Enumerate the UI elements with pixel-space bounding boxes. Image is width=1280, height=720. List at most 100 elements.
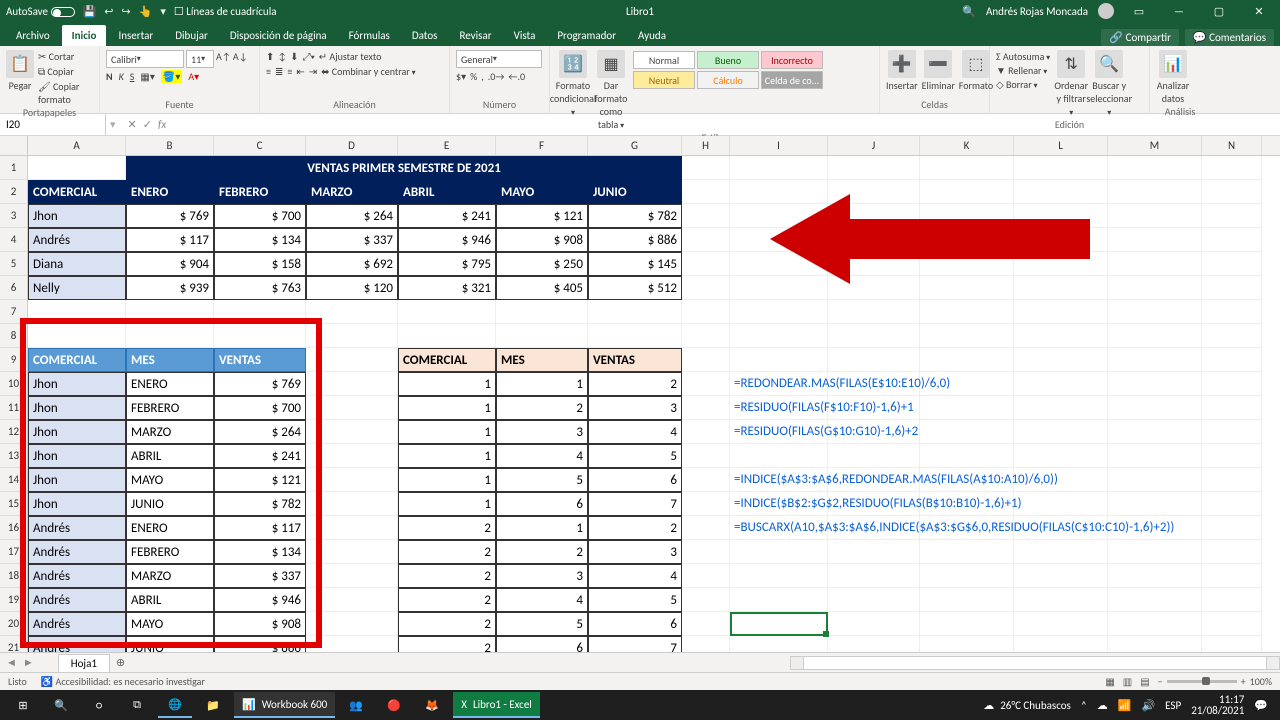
style-calculo[interactable]: Cálculo	[697, 71, 759, 89]
cell[interactable]	[1202, 588, 1262, 612]
zoom-out-button[interactable]: −	[1158, 675, 1163, 688]
cell[interactable]	[920, 348, 1014, 372]
cell[interactable]	[1014, 420, 1108, 444]
tab-dibujar[interactable]: Dibujar	[165, 25, 218, 46]
cell[interactable]	[1108, 492, 1202, 516]
cell[interactable]: 2	[588, 516, 682, 540]
cell[interactable]	[306, 444, 398, 468]
row-header[interactable]: 9	[0, 348, 28, 372]
cell[interactable]: $ 700	[214, 204, 306, 228]
tab-datos[interactable]: Datos	[402, 25, 448, 46]
cell[interactable]: COMERCIAL	[398, 348, 496, 372]
cell[interactable]	[1108, 372, 1202, 396]
cell[interactable]	[682, 564, 730, 588]
cell[interactable]: Jhon	[28, 420, 126, 444]
cell[interactable]	[682, 444, 730, 468]
cell[interactable]: Nelly	[28, 276, 126, 300]
cell[interactable]: MES	[126, 348, 214, 372]
row-header[interactable]: 15	[0, 492, 28, 516]
start-button[interactable]: ⊞	[6, 692, 40, 718]
cell[interactable]: JUNIO	[588, 180, 682, 204]
cell[interactable]	[1108, 636, 1202, 652]
explorer-icon[interactable]: 📁	[196, 692, 230, 718]
status-accessibility[interactable]: ♿ Accesibilidad: es necesario investigar	[41, 675, 205, 688]
cell[interactable]: 5	[496, 612, 588, 636]
cell[interactable]	[1108, 468, 1202, 492]
cell[interactable]: =REDONDEAR.MAS(FILAS(E$10:E10)/6,0)	[730, 372, 828, 396]
cell[interactable]: =BUSCARX(A10,$A$3:$A$6,INDICE($A$3:$G$6,…	[730, 516, 828, 540]
cell[interactable]	[1108, 300, 1202, 324]
col-header[interactable]: H	[682, 136, 730, 155]
cell[interactable]: 1	[398, 372, 496, 396]
percent-icon[interactable]: %	[470, 70, 477, 83]
fill-button[interactable]: ▼ Rellenar	[996, 64, 1050, 77]
cell[interactable]	[730, 324, 828, 348]
fx-icon[interactable]: fx	[158, 118, 166, 131]
cell[interactable]: =RESIDUO(FILAS(F$10:F10)-1,6)+1	[730, 396, 828, 420]
cell[interactable]	[1014, 564, 1108, 588]
cell[interactable]	[1202, 492, 1262, 516]
cell[interactable]	[28, 324, 126, 348]
align-bot-icon[interactable]: ⬇	[290, 50, 298, 63]
cell[interactable]: $ 321	[398, 276, 496, 300]
cell[interactable]: $ 908	[496, 228, 588, 252]
cell[interactable]: $ 405	[496, 276, 588, 300]
col-header[interactable]: M	[1108, 136, 1202, 155]
cell[interactable]	[306, 612, 398, 636]
currency-icon[interactable]: $▾	[456, 70, 466, 83]
cell[interactable]: 1	[398, 396, 496, 420]
cell[interactable]: $ 158	[214, 252, 306, 276]
cell[interactable]	[306, 636, 398, 652]
cell[interactable]	[682, 516, 730, 540]
row-header[interactable]: 18	[0, 564, 28, 588]
cell[interactable]	[828, 636, 920, 652]
cell[interactable]	[496, 300, 588, 324]
row-header[interactable]: 7	[0, 300, 28, 324]
row-header[interactable]: 3	[0, 204, 28, 228]
autosum-button[interactable]: Σ Autosuma	[996, 50, 1050, 63]
cell[interactable]: JUNIO	[126, 636, 214, 652]
cell[interactable]: $ 134	[214, 228, 306, 252]
tab-archivo[interactable]: Archivo	[6, 25, 60, 46]
clear-button[interactable]: ◇ Borrar	[996, 78, 1050, 91]
cell[interactable]	[682, 180, 730, 204]
cell[interactable]	[1202, 228, 1262, 252]
cell[interactable]	[730, 276, 828, 300]
enter-formula-icon[interactable]: ✓	[143, 118, 152, 131]
avatar[interactable]	[1098, 3, 1114, 19]
cell[interactable]	[920, 588, 1014, 612]
cell[interactable]	[126, 324, 214, 348]
tray-sound-icon[interactable]: 🔊	[1141, 699, 1155, 712]
tray-notifications-icon[interactable]: 💬	[1254, 699, 1268, 712]
cell[interactable]	[1108, 156, 1202, 180]
sheet-nav-next[interactable]: ►	[23, 656, 34, 669]
cell[interactable]	[306, 300, 398, 324]
cell[interactable]: $ 769	[126, 204, 214, 228]
cell[interactable]	[588, 300, 682, 324]
cell[interactable]: $ 337	[214, 564, 306, 588]
col-header[interactable]: K	[920, 136, 1014, 155]
cell[interactable]	[1014, 324, 1108, 348]
cell[interactable]	[920, 276, 1014, 300]
undo-icon[interactable]: ↩	[104, 5, 113, 18]
cell[interactable]	[1014, 444, 1108, 468]
row-header[interactable]: 10	[0, 372, 28, 396]
format-cells-button[interactable]: ⬚Formato	[959, 50, 993, 92]
tab-insertar[interactable]: Insertar	[108, 25, 163, 46]
insert-cells-button[interactable]: ➕Insertar	[886, 50, 918, 92]
tab-revisar[interactable]: Revisar	[449, 25, 501, 46]
gridlines-check[interactable]: ☐ Líneas de cuadrícula	[174, 5, 277, 18]
cell[interactable]	[730, 564, 828, 588]
cell[interactable]: 5	[496, 468, 588, 492]
cell[interactable]: ABRIL	[126, 444, 214, 468]
cell[interactable]: MARZO	[126, 564, 214, 588]
cell[interactable]	[1014, 204, 1108, 228]
cell[interactable]	[214, 300, 306, 324]
cell[interactable]: 7	[588, 636, 682, 652]
search-button[interactable]: 🔍	[44, 692, 78, 718]
find-select-button[interactable]: 🔍Buscar y seleccionar	[1092, 50, 1126, 118]
sort-filter-button[interactable]: ⇅Ordenar y filtrar	[1054, 50, 1088, 118]
cell[interactable]: =INDICE($B$2:$G$2,RESIDUO(FILAS(B$10:B10…	[730, 492, 828, 516]
cell[interactable]: 1	[398, 444, 496, 468]
align-left-icon[interactable]: ≡	[266, 65, 271, 78]
